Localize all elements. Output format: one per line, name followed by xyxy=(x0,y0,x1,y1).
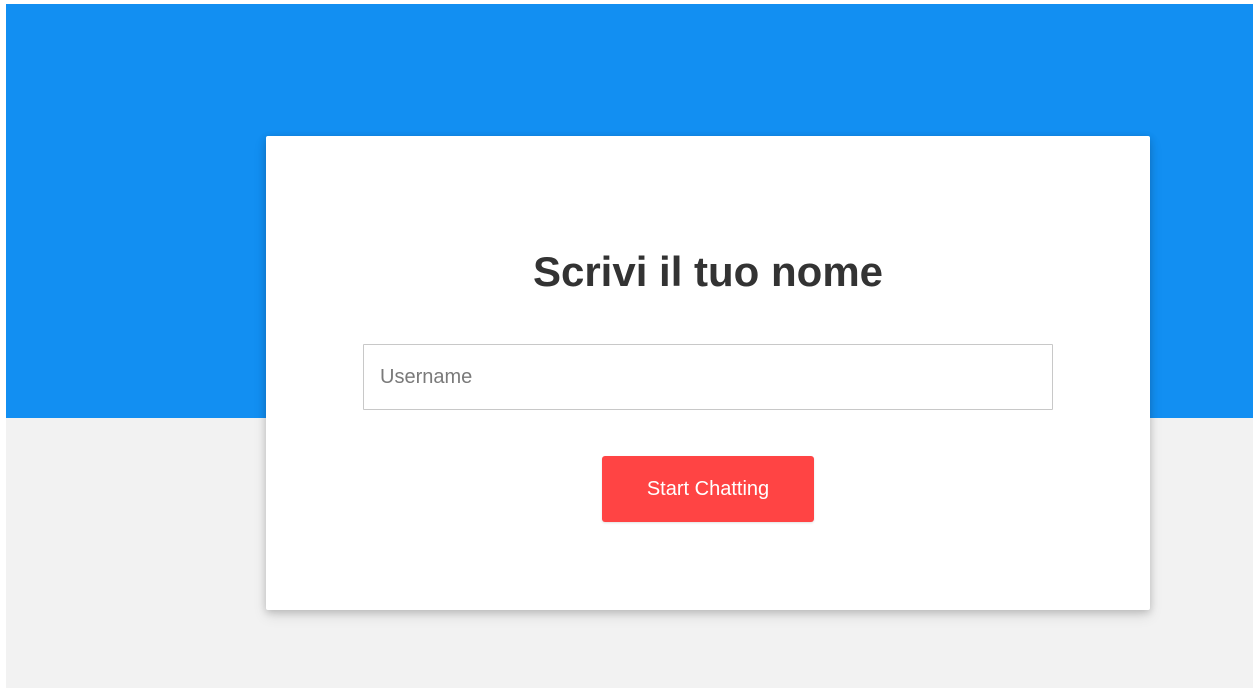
card-title: Scrivi il tuo nome xyxy=(532,248,884,295)
username-input[interactable] xyxy=(363,344,1053,410)
page: Scrivi il tuo nome Start Chatting xyxy=(6,4,1253,688)
start-chatting-button[interactable]: Start Chatting xyxy=(602,456,814,522)
login-card: Scrivi il tuo nome Start Chatting xyxy=(266,136,1150,610)
